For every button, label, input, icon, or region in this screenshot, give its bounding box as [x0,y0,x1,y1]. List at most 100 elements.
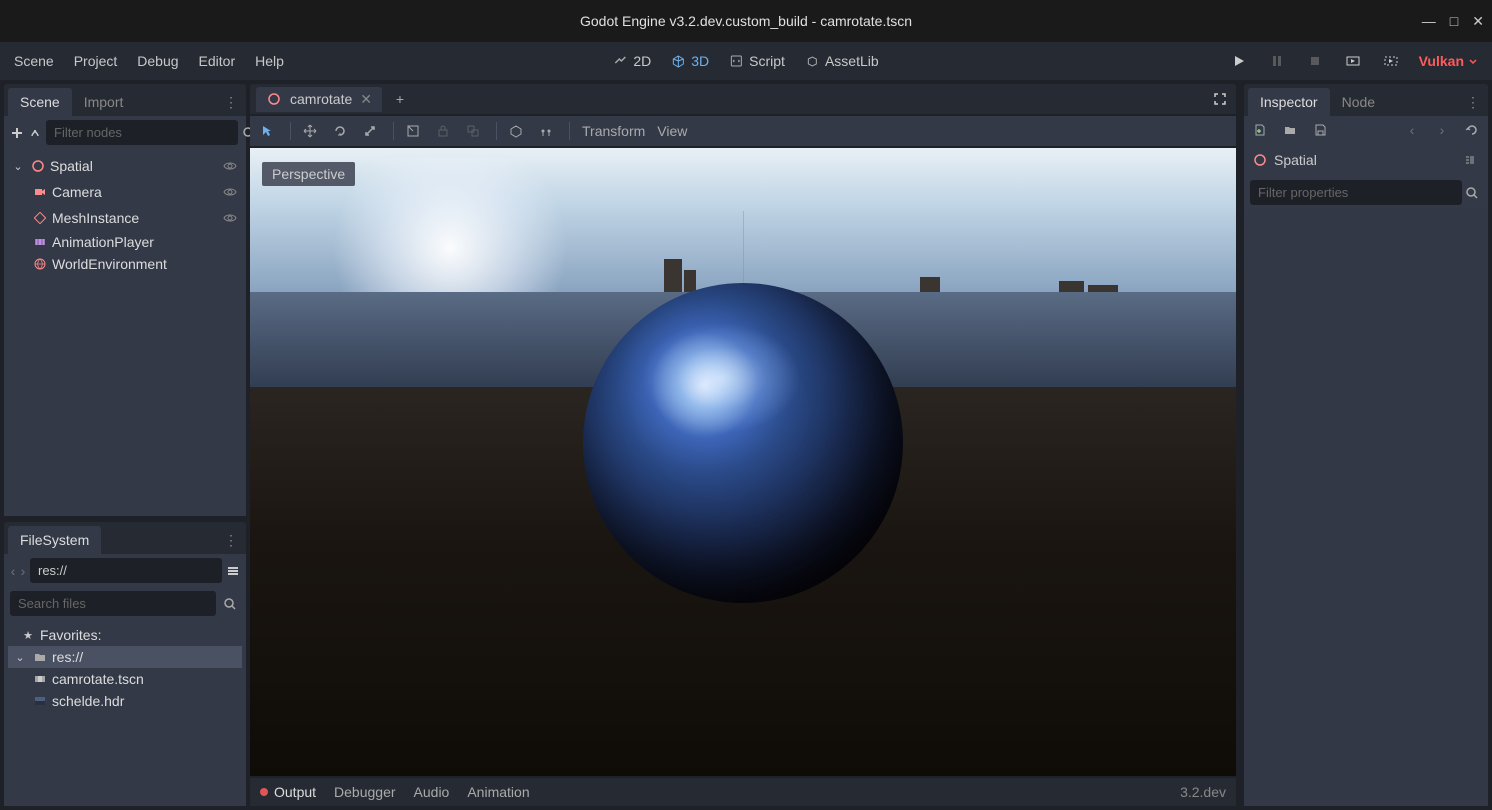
fs-item-label: camrotate.tscn [52,671,240,687]
renderer-label: Vulkan [1419,53,1464,69]
maximize-icon[interactable]: □ [1450,13,1458,30]
menu-editor[interactable]: Editor [199,53,236,69]
add-tab-icon[interactable]: + [390,89,410,109]
inspector-node-name: Spatial [1274,152,1454,168]
tree-node-label: MeshInstance [52,210,216,226]
workspace-2d[interactable]: 2D [613,53,651,69]
spatial-icon [1252,152,1268,168]
menu-debug[interactable]: Debug [137,53,178,69]
viewport-toolbar: Transform View [250,116,1236,146]
scene-tree: ⌄ Spatial Camera MeshInstance [4,149,246,516]
star-icon: ★ [20,627,36,643]
inspector-menu-icon[interactable]: ⋮ [1466,94,1480,111]
menubar: Scene Project Debug Editor Help 2D 3D Sc… [0,42,1492,80]
fs-favorites[interactable]: ★ Favorites: [8,624,242,646]
new-resource-icon[interactable] [1250,120,1270,140]
tab-inspector[interactable]: Inspector [1248,88,1330,116]
spatial-icon [30,158,46,174]
scale-tool-icon[interactable] [363,124,381,138]
fs-scene-file[interactable]: camrotate.tscn [8,668,242,690]
menu-help[interactable]: Help [255,53,284,69]
view-menu[interactable]: View [657,123,687,139]
tree-node-label: WorldEnvironment [52,256,240,272]
menu-project[interactable]: Project [74,53,118,69]
bottom-audio[interactable]: Audio [414,784,450,800]
minimize-icon[interactable]: — [1422,13,1436,30]
move-tool-icon[interactable] [303,124,321,138]
path-input[interactable] [30,558,222,583]
tree-row-camera[interactable]: Camera [8,179,242,205]
history-prev-icon[interactable]: ‹ [1402,120,1422,140]
fs-hdr-file[interactable]: schelde.hdr [8,690,242,712]
fs-item-label: Favorites: [40,627,240,643]
bottom-output[interactable]: Output [260,784,316,800]
tree-node-label: Camera [52,184,216,200]
nav-back-icon[interactable]: ‹ [10,561,16,581]
snap-options-icon[interactable] [539,124,557,138]
bottom-animation[interactable]: Animation [467,784,529,800]
load-resource-icon[interactable] [1280,120,1300,140]
transform-menu[interactable]: Transform [582,123,645,139]
local-coords-icon[interactable] [406,124,424,138]
tree-row-animationplayer[interactable]: AnimationPlayer [8,231,242,253]
search-files-input[interactable] [10,591,216,616]
add-node-icon[interactable] [10,123,24,143]
visibility-icon[interactable] [220,182,240,202]
visibility-icon[interactable] [220,156,240,176]
stop-icon[interactable] [1305,51,1325,71]
bottom-debugger[interactable]: Debugger [334,784,396,800]
scene-file-icon [32,671,48,687]
tab-filesystem[interactable]: FileSystem [8,526,101,554]
tree-row-worldenvironment[interactable]: WorldEnvironment [8,253,242,275]
nav-forward-icon[interactable]: › [20,561,26,581]
filter-properties-input[interactable] [1250,180,1462,205]
menu-scene[interactable]: Scene [14,53,54,69]
version-label: 3.2.dev [1180,784,1226,800]
history-next-icon[interactable]: › [1432,120,1452,140]
tab-import[interactable]: Import [72,88,136,116]
tree-row-meshinstance[interactable]: MeshInstance [8,205,242,231]
workspace-3d-label: 3D [691,53,709,69]
scene-dock-menu-icon[interactable]: ⋮ [224,94,238,111]
lock-icon[interactable] [436,124,454,138]
snap-icon[interactable] [509,124,527,138]
object-properties-icon[interactable] [1460,150,1480,170]
renderer-dropdown[interactable]: Vulkan [1419,53,1478,69]
save-resource-icon[interactable] [1310,120,1330,140]
group-icon[interactable] [466,124,484,138]
filesystem-menu-icon[interactable]: ⋮ [224,532,238,549]
workspace-2d-label: 2D [633,53,651,69]
viewport-3d[interactable]: Perspective [250,148,1236,776]
perspective-badge[interactable]: Perspective [262,162,355,186]
workspace-assetlib[interactable]: AssetLib [805,53,879,69]
expand-icon[interactable]: ⌄ [12,649,28,665]
pause-icon[interactable] [1267,51,1287,71]
fs-root[interactable]: ⌄ res:// [8,646,242,668]
expand-icon[interactable]: ⌄ [10,158,26,174]
tab-node[interactable]: Node [1330,88,1387,116]
scene-tab-camrotate[interactable]: camrotate ✕ [256,87,382,112]
play-icon[interactable] [1229,51,1249,71]
tab-scene[interactable]: Scene [8,88,72,116]
instance-scene-icon[interactable] [28,123,42,143]
workspace-3d[interactable]: 3D [671,53,709,69]
filter-nodes-input[interactable] [46,120,238,145]
distraction-free-icon[interactable] [1210,89,1230,109]
split-mode-icon[interactable] [226,561,240,581]
tree-row-spatial[interactable]: ⌄ Spatial [8,153,242,179]
history-icon[interactable] [1462,120,1482,140]
camera-icon [32,184,48,200]
perspective-label: Perspective [272,166,345,182]
close-icon[interactable]: ✕ [1472,13,1484,30]
search-icon[interactable] [220,594,240,614]
play-custom-icon[interactable] [1381,51,1401,71]
select-tool-icon[interactable] [260,124,278,138]
play-scene-icon[interactable] [1343,51,1363,71]
fs-item-label: res:// [52,649,240,665]
search-icon[interactable] [1462,183,1482,203]
close-tab-icon[interactable]: ✕ [360,91,372,108]
workspace-script[interactable]: Script [729,53,785,69]
rotate-tool-icon[interactable] [333,124,351,138]
visibility-icon[interactable] [220,208,240,228]
filesystem-tree: ★ Favorites: ⌄ res:// camrotate.tscn sch… [4,620,246,806]
